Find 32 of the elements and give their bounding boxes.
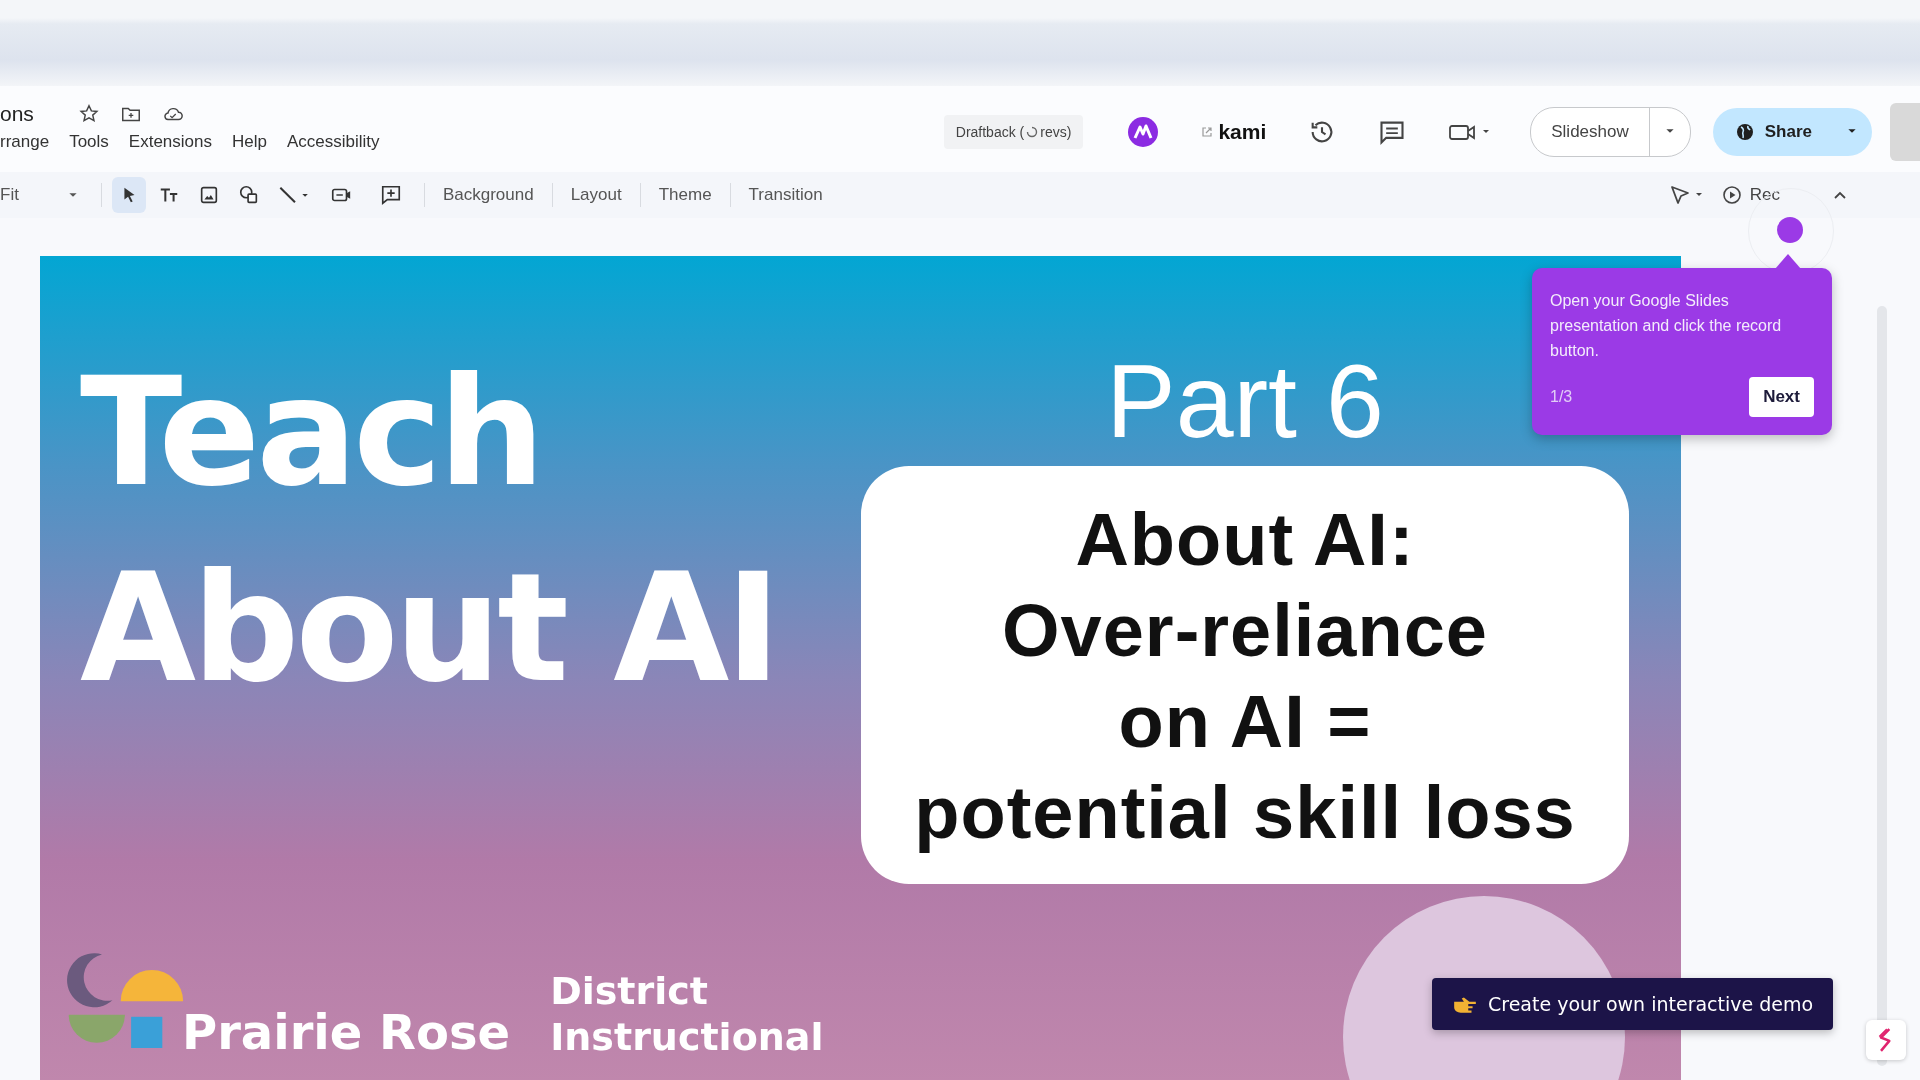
menu-item[interactable]: Tools bbox=[69, 132, 109, 152]
create-demo-button[interactable]: Create your own interactive demo bbox=[1432, 978, 1834, 1030]
star-icon[interactable] bbox=[77, 103, 100, 125]
globe-icon bbox=[1734, 122, 1755, 142]
play-circle-icon bbox=[1721, 185, 1742, 205]
menu-item[interactable]: rrange bbox=[0, 132, 50, 152]
external-link-icon bbox=[1201, 126, 1214, 138]
toolbar-button[interactable]: Transition bbox=[740, 179, 831, 211]
organization-name: Prairie Rose bbox=[182, 1004, 511, 1060]
brand-logo-icon[interactable] bbox=[1866, 1020, 1906, 1060]
zoom-dropdown[interactable]: Fit bbox=[0, 185, 91, 205]
document-title: ons bbox=[0, 102, 34, 126]
hotspot-dot[interactable] bbox=[1777, 217, 1803, 243]
organization-subtitle: District Instructional bbox=[550, 968, 824, 1060]
callout-text: About AI: Over-reliance on AI = potential skill loss bbox=[861, 466, 1629, 884]
menu-item[interactable]: Accessibility bbox=[286, 132, 380, 152]
scrollbar[interactable] bbox=[1877, 306, 1887, 1066]
record-button[interactable]: Rec bbox=[1721, 185, 1780, 205]
menu-item[interactable]: Help bbox=[232, 132, 267, 152]
draftback-button[interactable]: Draftback ( revs) bbox=[943, 115, 1084, 149]
toolbar-button[interactable]: Layout bbox=[562, 179, 630, 211]
select-tool-icon[interactable] bbox=[111, 177, 146, 213]
extension-logo-icon[interactable] bbox=[1127, 116, 1160, 148]
step-counter: 1/3 bbox=[1550, 388, 1573, 406]
kami-link[interactable]: kami bbox=[1201, 120, 1267, 144]
menu-item[interactable]: Extensions bbox=[128, 132, 212, 152]
next-button[interactable]: Next bbox=[1749, 377, 1814, 417]
toolbar-button[interactable]: Theme bbox=[650, 179, 720, 211]
slide-subtitle: Part 6 bbox=[1106, 346, 1384, 456]
toolbar-button[interactable]: Background bbox=[434, 179, 542, 211]
spinner-icon bbox=[1026, 126, 1039, 138]
slide-title: Teach About AI bbox=[80, 344, 779, 717]
